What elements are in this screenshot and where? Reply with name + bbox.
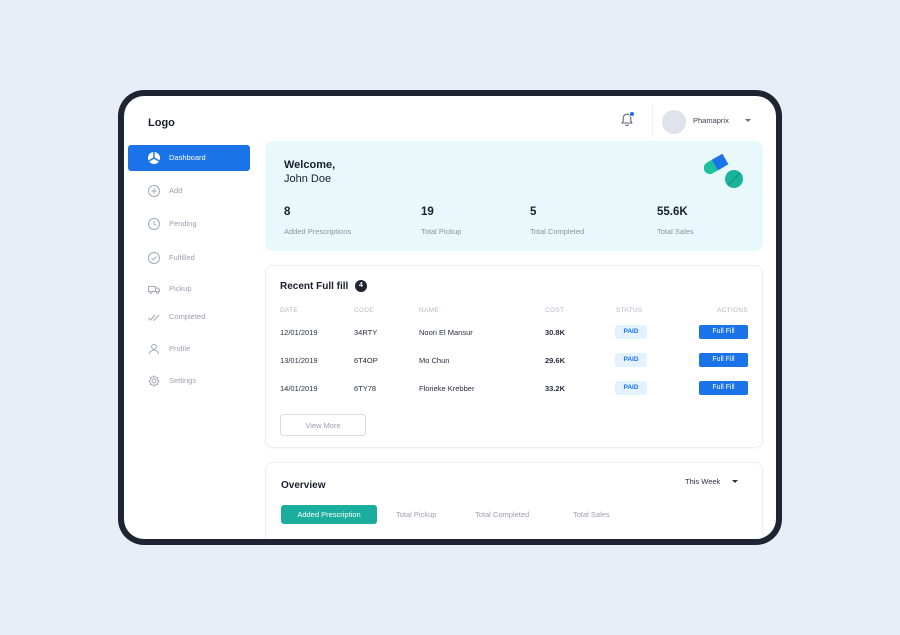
tab-added-prescription[interactable]: Added Prescription xyxy=(281,505,377,524)
user-icon xyxy=(149,343,159,355)
column-header-date: DATE xyxy=(280,307,299,314)
sidebar-item-profile[interactable]: Profile xyxy=(128,336,250,362)
notification-dot xyxy=(629,111,635,117)
header-divider xyxy=(652,104,653,137)
view-more-button[interactable]: View More xyxy=(280,414,366,436)
sidebar-item-label: Profile xyxy=(169,344,191,353)
column-header-code: CODE xyxy=(354,307,374,314)
chevron-down-icon[interactable] xyxy=(745,119,751,122)
app-screen: Logo Phamaprix Dashboard Add Pending Ful… xyxy=(124,96,776,539)
sidebar-item-label: Completed xyxy=(169,312,206,321)
column-header-name: NAME xyxy=(419,307,439,314)
sidebar-item-label: Fulfilled xyxy=(169,253,195,262)
sidebar-item-settings[interactable]: Settings xyxy=(128,368,250,394)
sidebar-item-dashboard[interactable]: Dashboard xyxy=(128,145,250,171)
sidebar-item-fulfilled[interactable]: Fulfilled xyxy=(128,245,250,271)
sidebar-item-pickup[interactable]: Pickup xyxy=(128,276,250,302)
full-fill-button[interactable]: Full Fill xyxy=(699,381,748,395)
status-badge: PAID xyxy=(615,381,647,395)
stat-value: 19 xyxy=(421,206,434,218)
cell-name: Noori El Mansur xyxy=(419,328,473,337)
status-badge: PAID xyxy=(615,325,647,339)
sidebar-item-label: Pickup xyxy=(169,284,192,293)
full-fill-button[interactable]: Full Fill xyxy=(699,325,748,339)
sidebar-item-label: Pending xyxy=(169,219,197,228)
tab-total-completed[interactable]: Total Completed xyxy=(475,505,529,524)
cell-cost: 33.2K xyxy=(545,384,566,393)
check-circle-icon xyxy=(148,252,160,264)
column-header-cost: COST xyxy=(545,307,565,314)
column-header-status: STATUS xyxy=(616,307,643,314)
sidebar-item-completed[interactable]: Completed xyxy=(128,304,250,330)
stat-value: 8 xyxy=(284,206,291,218)
cell-date: 13/01/2019 xyxy=(280,356,318,365)
cell-code: 6T4OP xyxy=(354,356,378,365)
dashboard-icon xyxy=(148,152,160,164)
welcome-title: Welcome, xyxy=(284,159,336,171)
recent-title: Recent Full fill xyxy=(280,281,349,292)
full-fill-button[interactable]: Full Fill xyxy=(699,353,748,367)
tab-total-sales[interactable]: Total Sales xyxy=(573,505,610,524)
cell-name: Mo Chun xyxy=(419,356,450,365)
overview-title: Overview xyxy=(281,480,326,491)
app-logo[interactable]: Logo xyxy=(148,117,175,129)
stat-label: Total Completed xyxy=(530,227,585,236)
truck-icon xyxy=(148,286,160,294)
chevron-down-icon[interactable] xyxy=(732,480,738,483)
overview-card: Overview This Week Added Prescription To… xyxy=(265,462,763,539)
recent-fulfill-card: Recent Full fill 4 DATE CODE NAME COST S… xyxy=(265,265,763,448)
sidebar-item-label: Dashboard xyxy=(169,153,206,162)
stat-value: 5 xyxy=(530,206,537,218)
column-header-actions: ACTIONS xyxy=(717,307,748,314)
stat-label: Added Prescriptions xyxy=(284,227,352,236)
cell-name: Florieke Krebber xyxy=(419,384,475,393)
pill-icon xyxy=(703,153,743,188)
stat-value: 55.6K xyxy=(657,206,688,218)
stat-added-prescriptions: 8 Added Prescriptions xyxy=(284,206,351,236)
user-name[interactable]: Phamaprix xyxy=(693,116,729,125)
sidebar-item-pending[interactable]: Pending xyxy=(128,211,250,237)
gear-icon xyxy=(148,375,160,387)
cell-code: 34RTY xyxy=(354,328,378,337)
stat-total-pickup: 19 Total Pickup xyxy=(421,206,461,236)
period-select[interactable]: This Week xyxy=(685,477,720,486)
cell-cost: 29.6K xyxy=(545,356,566,365)
double-check-icon xyxy=(148,314,160,321)
device-frame: Logo Phamaprix Dashboard Add Pending Ful… xyxy=(118,90,782,545)
stat-label: Total Pickup xyxy=(421,227,462,236)
welcome-card: Welcome, John Doe 8 Added Prescriptions … xyxy=(265,141,763,251)
sidebar-item-label: Settings xyxy=(169,376,197,385)
cell-date: 12/01/2019 xyxy=(280,328,318,337)
stat-label: Total Sales xyxy=(657,227,694,236)
tab-total-pickup[interactable]: Total Pickup xyxy=(396,505,436,524)
stat-total-completed: 5 Total Completed xyxy=(530,206,584,236)
sidebar-item-label: Add xyxy=(169,186,183,195)
cell-code: 6TY78 xyxy=(354,384,377,393)
welcome-name: John Doe xyxy=(284,173,332,185)
stat-total-sales: 55.6K Total Sales xyxy=(657,206,694,236)
cell-date: 14/01/2019 xyxy=(280,384,318,393)
status-badge: PAID xyxy=(615,353,647,367)
plus-circle-icon xyxy=(148,185,160,197)
count-badge: 4 xyxy=(355,280,367,292)
avatar[interactable] xyxy=(662,110,686,134)
sidebar-item-add[interactable]: Add xyxy=(128,178,250,204)
cell-cost: 30.8K xyxy=(545,328,566,337)
clock-icon xyxy=(148,218,160,230)
